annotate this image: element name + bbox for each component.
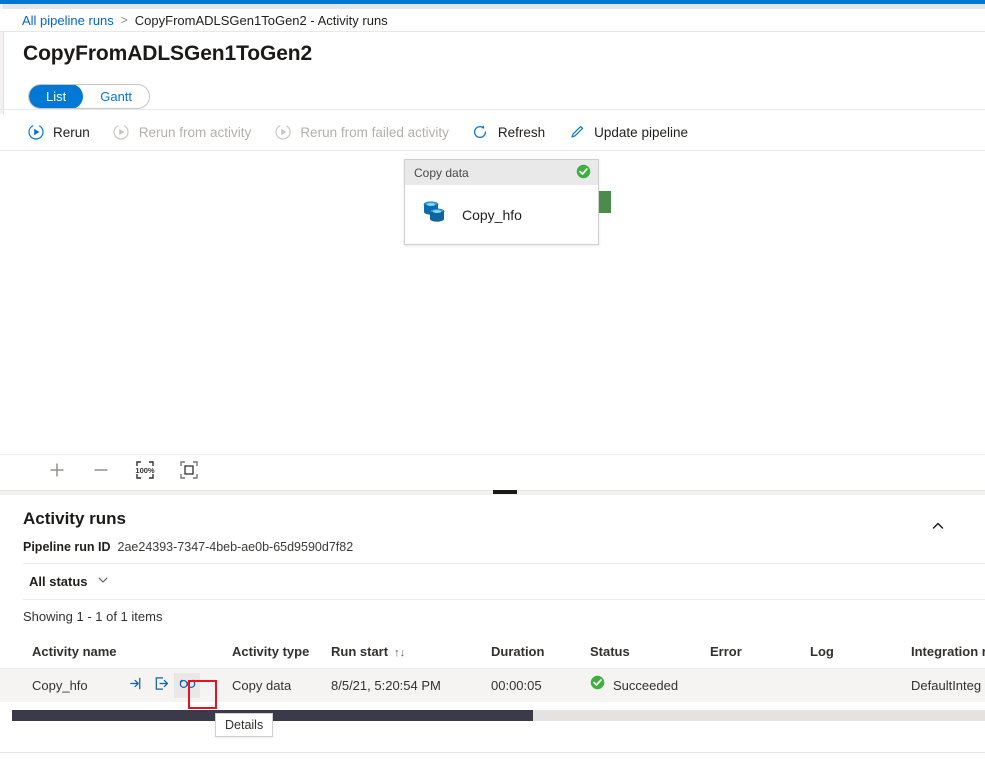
pipeline-run-id: Pipeline run ID 2ae24393-7347-4beb-ae0b-…	[23, 540, 353, 554]
rerun-from-activity-label: Rerun from activity	[138, 124, 252, 140]
view-toggle: List Gantt	[28, 84, 151, 109]
sort-arrows-icon: ↑↓	[394, 647, 406, 659]
rerun-from-activity-icon	[112, 123, 131, 142]
cell-status: Succeeded	[590, 669, 678, 702]
chevron-down-icon	[97, 574, 109, 589]
breadcrumb: All pipeline runs > CopyFromADLSGen1ToGe…	[0, 9, 985, 32]
breadcrumb-all-pipeline-runs-link[interactable]: All pipeline runs	[22, 13, 114, 28]
pipeline-canvas[interactable]: Copy data Copy_hfo	[0, 151, 985, 454]
filter-bar: All status	[23, 564, 985, 599]
activity-node-output-port[interactable]	[599, 191, 611, 213]
zoom-out-icon	[91, 460, 111, 485]
page-title: CopyFromADLSGen1ToGen2	[23, 42, 313, 65]
cell-duration: 00:00:05	[491, 678, 542, 693]
zoom-in-icon	[47, 460, 67, 485]
activity-runs-page: All pipeline runs > CopyFromADLSGen1ToGe…	[0, 0, 985, 763]
row-action-buttons	[122, 673, 200, 698]
pencil-icon	[567, 123, 586, 142]
command-bar: Rerun Rerun from activity Rerun from fai…	[0, 114, 985, 151]
table-header-row: Activity name Activity type Run start ↑↓ …	[0, 635, 985, 669]
activity-node-header: Copy data	[405, 160, 598, 185]
column-header-run-start-label: Run start	[331, 644, 389, 659]
cell-activity-type: Copy data	[232, 678, 292, 693]
cell-activity-name: Copy_hfo	[32, 678, 88, 693]
column-header-run-start[interactable]: Run start ↑↓	[331, 635, 405, 669]
view-toggle-gantt[interactable]: Gantt	[83, 85, 149, 108]
input-icon	[127, 675, 144, 697]
view-toggle-list[interactable]: List	[29, 85, 84, 108]
fit-to-screen-button[interactable]	[172, 459, 206, 487]
column-header-log[interactable]: Log	[810, 635, 834, 669]
refresh-button[interactable]: Refresh	[471, 116, 545, 148]
input-icon-button[interactable]	[122, 673, 148, 698]
activity-node-card[interactable]: Copy data Copy_hfo	[404, 159, 599, 245]
svg-text:100%: 100%	[135, 466, 155, 475]
bottom-divider	[0, 752, 985, 753]
cell-integration-runtime: DefaultInteg	[911, 678, 982, 693]
rerun-label: Rerun	[53, 124, 90, 140]
output-icon-button[interactable]	[148, 673, 174, 698]
activity-runs-panel: Activity runs Pipeline run ID 2ae24393-7…	[0, 495, 985, 763]
breadcrumb-current: CopyFromADLSGen1ToGen2 - Activity runs	[134, 12, 388, 28]
update-pipeline-label: Update pipeline	[594, 124, 688, 140]
activity-node-type-label: Copy data	[414, 165, 469, 180]
zoom-to-100-button[interactable]: 100%	[128, 459, 162, 487]
refresh-icon	[471, 123, 490, 142]
column-header-activity-type[interactable]: Activity type	[232, 635, 309, 669]
canvas-controls: 100%	[0, 454, 985, 491]
details-icon-button[interactable]	[174, 673, 200, 698]
pipeline-run-id-value: 2ae24393-7347-4beb-ae0b-65d9590d7f82	[117, 540, 354, 554]
pipeline-run-id-label: Pipeline run ID	[23, 540, 111, 554]
table-row[interactable]: Copy_hfo Copy data 8/5/21, 5:20:54 PM 00…	[0, 669, 985, 702]
column-header-error[interactable]: Error	[710, 635, 742, 669]
activity-runs-title: Activity runs	[23, 509, 126, 528]
zoom-in-button[interactable]	[40, 459, 74, 487]
update-pipeline-button[interactable]: Update pipeline	[567, 116, 688, 148]
details-tooltip: Details	[215, 713, 274, 737]
chevron-up-icon	[930, 518, 946, 539]
refresh-label: Refresh	[497, 124, 546, 140]
panel-splitter-handle[interactable]	[493, 490, 517, 494]
activity-node-body: Copy_hfo	[405, 185, 598, 244]
output-icon	[153, 675, 170, 697]
column-header-duration[interactable]: Duration	[491, 635, 544, 669]
rerun-from-failed-activity-label: Rerun from failed activity	[300, 124, 449, 140]
success-check-icon	[576, 164, 591, 182]
status-filter-label: All status	[29, 574, 88, 589]
status-badge: Succeeded	[613, 678, 679, 693]
activity-node-name: Copy_hfo	[462, 206, 522, 223]
breadcrumb-separator: >	[120, 13, 128, 27]
column-header-integration-runtime[interactable]: Integration r	[911, 635, 985, 669]
activity-runs-table: Activity name Activity type Run start ↑↓ …	[0, 635, 985, 705]
rerun-button[interactable]: Rerun	[26, 116, 90, 148]
panel-divider-bottom	[23, 599, 985, 600]
cell-run-start: 8/5/21, 5:20:54 PM	[331, 678, 441, 693]
status-success-icon	[590, 669, 605, 702]
rerun-from-failed-activity-icon	[273, 123, 292, 142]
column-header-activity-name[interactable]: Activity name	[32, 635, 117, 669]
copy-data-icon	[419, 198, 449, 231]
collapse-panel-button[interactable]	[927, 517, 949, 539]
column-header-status[interactable]: Status	[590, 635, 630, 669]
rerun-from-failed-activity-button: Rerun from failed activity	[273, 116, 449, 148]
rerun-icon	[26, 123, 45, 142]
details-icon	[178, 675, 197, 697]
fit-to-screen-icon	[178, 459, 200, 486]
zoom-100-icon: 100%	[134, 459, 156, 486]
showing-count: Showing 1 - 1 of 1 items	[23, 609, 163, 624]
rerun-from-activity-button: Rerun from activity	[112, 116, 252, 148]
zoom-out-button[interactable]	[84, 459, 118, 487]
status-filter-dropdown[interactable]: All status	[23, 570, 115, 593]
pivot-divider	[0, 109, 985, 110]
